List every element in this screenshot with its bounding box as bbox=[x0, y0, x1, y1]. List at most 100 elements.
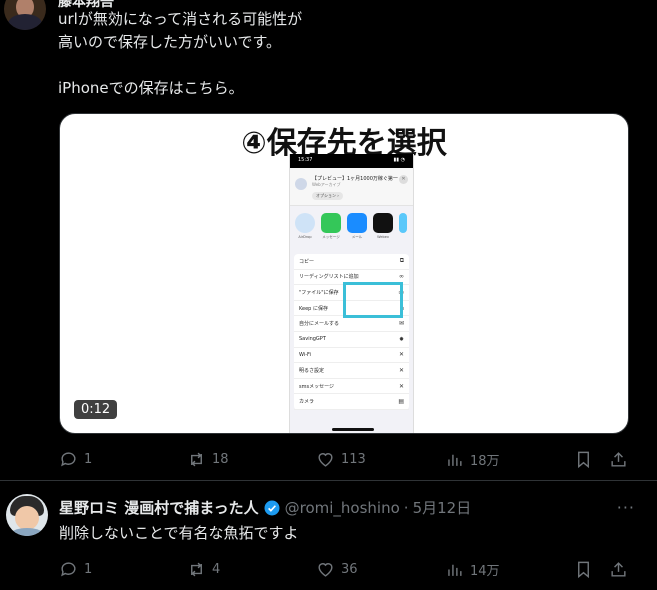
app-partial-icon bbox=[399, 213, 407, 233]
airdrop-icon bbox=[295, 213, 315, 233]
views-icon bbox=[448, 564, 462, 576]
like-button[interactable]: 113 bbox=[316, 450, 366, 469]
share-action-label: "ファイル"に保存 bbox=[299, 289, 339, 296]
share-button[interactable] bbox=[609, 560, 628, 579]
video-player[interactable]: ④保存先を選択 15:37 ▮▮ ◔ 【プレビュー】1ヶ月1000万稼ぐ第一 W… bbox=[59, 113, 629, 434]
share-action-label: Keep に保存 bbox=[299, 305, 328, 312]
share-action-label: Wi-Fi bbox=[299, 351, 311, 358]
phone-status-bar: 15:37 ▮▮ ◔ bbox=[290, 154, 413, 168]
reply-header: 星野ロミ 漫画村で捕まった人 @romi_hoshino · 5月12日 bbox=[59, 497, 471, 518]
compass-icon bbox=[295, 178, 307, 190]
app-mail: メール bbox=[347, 213, 367, 250]
share-action-icon: ✕ bbox=[398, 351, 404, 359]
repost-button[interactable]: 4 bbox=[187, 560, 220, 579]
views-icon bbox=[448, 454, 462, 466]
share-action-row: Wi-Fi ✕ bbox=[294, 348, 409, 364]
share-action-label: SavingGPT bbox=[299, 336, 326, 343]
reply-count: 1 bbox=[84, 452, 93, 467]
tweet2-actions: 1 4 36 14万 bbox=[59, 560, 639, 582]
share-action-row: 自分にメールする ✉ bbox=[294, 316, 409, 332]
like-count: 36 bbox=[341, 562, 358, 577]
app-messages: メッセージ bbox=[321, 213, 341, 250]
like-icon bbox=[318, 563, 333, 577]
share-action-icon: ✕ bbox=[398, 366, 404, 374]
like-button[interactable]: 36 bbox=[316, 560, 358, 579]
share-actions-list: コピー ⧉ リーディングリストに追加 ∞ "ファイル"に保存 ▭ Keep に保存 ▪ 自分にメ… bbox=[294, 254, 409, 410]
home-indicator bbox=[332, 428, 374, 431]
views-button[interactable]: 14万 bbox=[445, 560, 500, 579]
tweet-divider bbox=[0, 480, 657, 481]
share-action-icon: ∞ bbox=[399, 273, 404, 281]
phone-signal-icon: ▮▮ ◔ bbox=[393, 157, 405, 163]
reply-author-handle[interactable]: @romi_hoshino bbox=[285, 499, 400, 517]
share-action-label: 自分にメールする bbox=[299, 321, 340, 328]
close-icon: ✕ bbox=[399, 175, 408, 184]
highlight-box bbox=[343, 282, 403, 318]
messages-icon bbox=[321, 213, 341, 233]
author-avatar[interactable] bbox=[4, 0, 46, 30]
avatar-body bbox=[10, 528, 44, 536]
share-action-label: リーディングリストに追加 bbox=[299, 274, 359, 281]
reply-date[interactable]: 5月12日 bbox=[413, 497, 472, 518]
tweet-text: urlが無効になって消される可能性が 高いので保存した方がいいです。 iPhon… bbox=[58, 8, 302, 100]
share-action-label: カメラ bbox=[299, 399, 315, 406]
share-action-row: SavingGPT ✸ bbox=[294, 332, 409, 348]
tweet-line-1: urlが無効になって消される可能性が bbox=[58, 10, 303, 28]
reply-count: 1 bbox=[84, 562, 93, 577]
tweet1-actions: 1 18 113 18万 bbox=[59, 450, 639, 472]
share-action-row: 明るさ設定 ✕ bbox=[294, 363, 409, 379]
repost-count: 18 bbox=[212, 452, 229, 467]
share-action-icon: ⧉ bbox=[399, 257, 404, 265]
bookmark-icon bbox=[578, 451, 589, 469]
app-more bbox=[399, 213, 408, 250]
tweet-line-2: 高いので保存した方がいいです。 bbox=[58, 33, 282, 51]
like-count: 113 bbox=[341, 452, 366, 467]
app-webex: Webex bbox=[373, 213, 393, 250]
share-action-label: smsメッセージ bbox=[299, 383, 334, 390]
reply-button[interactable]: 1 bbox=[59, 560, 92, 579]
bookmark-button[interactable] bbox=[574, 450, 593, 469]
phone-time: 15:37 bbox=[298, 157, 313, 163]
share-action-row: smsメッセージ ✕ bbox=[294, 379, 409, 395]
meta-separator: · bbox=[403, 498, 409, 517]
views-count: 18万 bbox=[470, 454, 500, 469]
share-action-label: コピー bbox=[299, 258, 315, 265]
repost-icon bbox=[191, 562, 202, 577]
mail-icon bbox=[347, 213, 367, 233]
share-action-icon: ✕ bbox=[398, 382, 404, 390]
share-action-icon: ▤ bbox=[398, 398, 404, 406]
share-action-icon: ✉ bbox=[398, 320, 404, 328]
reply-author-avatar[interactable] bbox=[6, 494, 48, 536]
webex-icon bbox=[373, 213, 393, 233]
share-subtitle: Webアーカイブ bbox=[312, 182, 341, 187]
reply-text: 削除しないことで有名な魚拓ですよ bbox=[59, 524, 299, 542]
share-action-row: カメラ ▤ bbox=[294, 394, 409, 410]
app-airdrop: AirDrop bbox=[295, 213, 315, 250]
more-icon[interactable]: ··· bbox=[617, 498, 635, 517]
avatar-body bbox=[8, 14, 42, 30]
video-duration: 0:12 bbox=[74, 400, 118, 419]
share-button[interactable] bbox=[609, 450, 628, 469]
repost-button[interactable]: 18 bbox=[187, 450, 229, 469]
bookmark-icon bbox=[578, 561, 589, 579]
tweet-line-4: iPhoneでの保存はこちら。 bbox=[58, 79, 244, 97]
share-apps: AirDrop メッセージ メール Webex bbox=[290, 206, 413, 250]
avatar-face bbox=[15, 506, 39, 530]
repost-icon bbox=[191, 452, 202, 467]
repost-count: 4 bbox=[212, 562, 221, 577]
like-icon bbox=[318, 453, 333, 467]
reply-button[interactable]: 1 bbox=[59, 450, 92, 469]
share-action-icon: ✸ bbox=[398, 335, 404, 343]
share-sheet-header: 【プレビュー】1ヶ月1000万稼ぐ第一 Webアーカイブ オプション › ✕ bbox=[290, 168, 413, 206]
reply-icon bbox=[61, 562, 76, 577]
reply-author-name[interactable]: 星野ロミ 漫画村で捕まった人 bbox=[59, 497, 259, 518]
views-count: 14万 bbox=[470, 564, 500, 579]
views-button[interactable]: 18万 bbox=[445, 450, 500, 469]
share-action-label: 明るさ設定 bbox=[299, 367, 325, 374]
verified-icon bbox=[264, 500, 280, 515]
share-icon bbox=[611, 562, 626, 577]
share-icon bbox=[611, 452, 626, 467]
bookmark-button[interactable] bbox=[574, 560, 593, 579]
reply-icon bbox=[61, 452, 76, 467]
share-action-row: コピー ⧉ bbox=[294, 254, 409, 270]
